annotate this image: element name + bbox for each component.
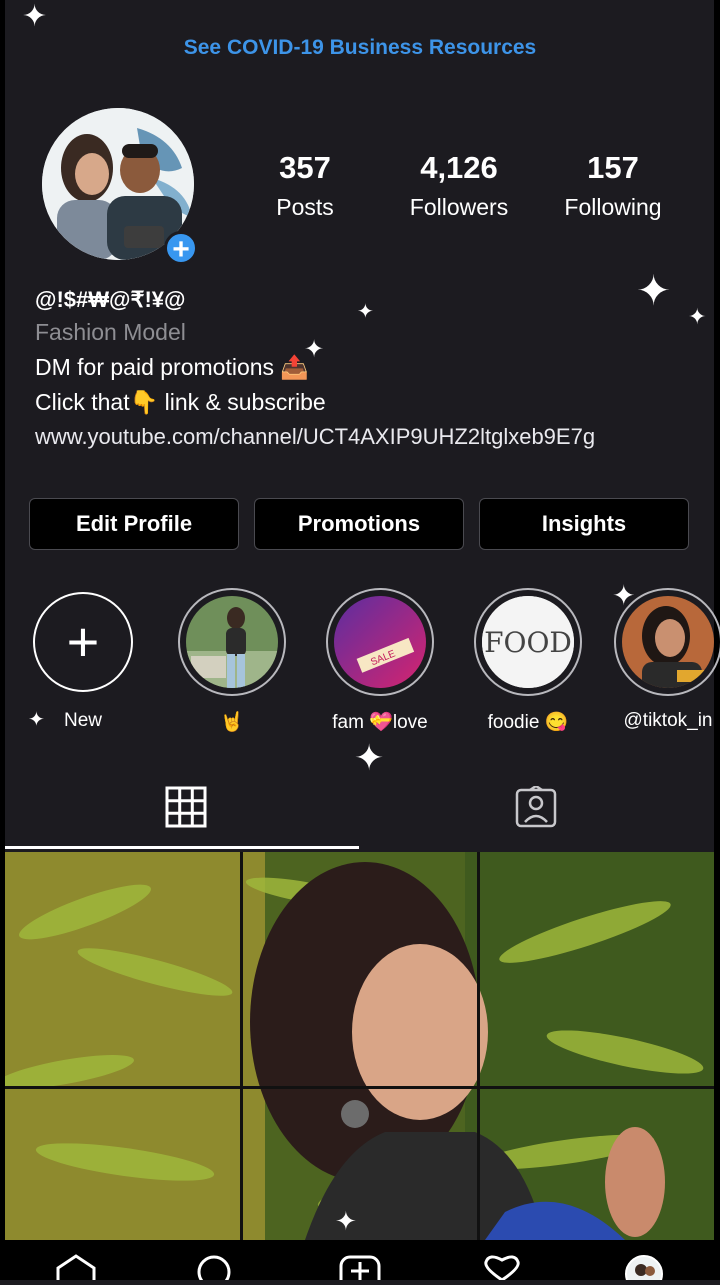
bio-line-2: Click that👇 link & subscribe xyxy=(35,389,326,415)
sparkle-icon: ✦ xyxy=(335,1206,357,1236)
sparkle-icon: ✦ xyxy=(22,0,48,33)
grid-post[interactable] xyxy=(243,1089,477,1240)
bio-link[interactable]: www.youtube.com/channel/UCT4AXIP9UHZ2ltg… xyxy=(35,424,695,450)
followers-count: 4,126 xyxy=(420,150,498,185)
plus-icon: + xyxy=(66,610,100,673)
grid-icon[interactable] xyxy=(165,786,207,833)
highlight-item[interactable]: 🤘 xyxy=(176,588,288,734)
highlight-label: foodie 😋 xyxy=(487,712,569,733)
highlight-item[interactable]: FOOD foodie 😋 xyxy=(472,588,584,734)
profile-avatar[interactable] xyxy=(624,1254,664,1285)
highlight-cover: FOOD xyxy=(482,596,574,688)
new-highlight-ring: + xyxy=(33,592,133,692)
bottom-nav xyxy=(0,1240,720,1285)
grid-post[interactable] xyxy=(5,852,240,1086)
add-post-icon[interactable] xyxy=(338,1254,382,1285)
food-cover-text: FOOD xyxy=(484,626,572,659)
sparkle-icon: ✦ xyxy=(612,580,636,611)
highlight-label: @tiktok_in xyxy=(623,710,713,731)
highlight-ring: SALE xyxy=(326,588,434,696)
tagged-icon[interactable] xyxy=(515,784,557,833)
active-tab-indicator xyxy=(5,846,359,849)
promotions-button[interactable]: Promotions xyxy=(254,498,464,550)
insights-button[interactable]: Insights xyxy=(479,498,689,550)
grid-post[interactable] xyxy=(480,852,714,1086)
highlight-ring xyxy=(178,588,286,696)
posts-count: 357 xyxy=(279,150,331,185)
highlight-label: fam 💝love xyxy=(332,712,428,733)
bio-line-1: DM for paid promotions 📤 xyxy=(35,354,310,380)
add-story-badge[interactable]: + xyxy=(164,231,198,266)
sparkle-icon: ✦ xyxy=(354,737,385,778)
posts-label: Posts xyxy=(276,194,334,220)
highlight-cover xyxy=(186,596,278,688)
sparkle-icon: ✦ xyxy=(636,267,672,314)
sparkle-icon: ✦ xyxy=(28,709,45,731)
highlight-item[interactable]: SALE fam 💝love xyxy=(324,588,436,734)
stat-followers[interactable]: 4,126 Followers xyxy=(389,150,529,221)
search-icon[interactable] xyxy=(194,1254,238,1285)
highlight-cover: SALE xyxy=(334,596,426,688)
grid-post[interactable] xyxy=(5,1089,240,1240)
edit-profile-button[interactable]: Edit Profile xyxy=(29,498,239,550)
profile-category: Fashion Model xyxy=(35,319,186,345)
highlight-cover xyxy=(622,596,714,688)
covid-resources-link[interactable]: See COVID-19 Business Resources xyxy=(0,36,720,60)
stat-posts[interactable]: 357 Posts xyxy=(235,150,375,221)
highlight-ring: FOOD xyxy=(474,588,582,696)
highlight-label: 🤘 xyxy=(220,712,244,733)
sparkle-icon: ✦ xyxy=(688,304,707,329)
following-count: 157 xyxy=(587,150,639,185)
stat-following[interactable]: 157 Following xyxy=(543,150,683,221)
sparkle-icon: ✦ xyxy=(357,301,374,323)
posts-grid xyxy=(5,852,714,1240)
following-label: Following xyxy=(564,194,662,220)
grid-post[interactable] xyxy=(480,1089,714,1240)
home-icon[interactable] xyxy=(54,1254,98,1285)
sparkle-icon: ✦ xyxy=(304,336,325,363)
grid-post[interactable] xyxy=(243,852,477,1086)
profile-tabs xyxy=(5,768,714,848)
heart-icon[interactable] xyxy=(480,1254,524,1285)
followers-label: Followers xyxy=(409,194,509,220)
